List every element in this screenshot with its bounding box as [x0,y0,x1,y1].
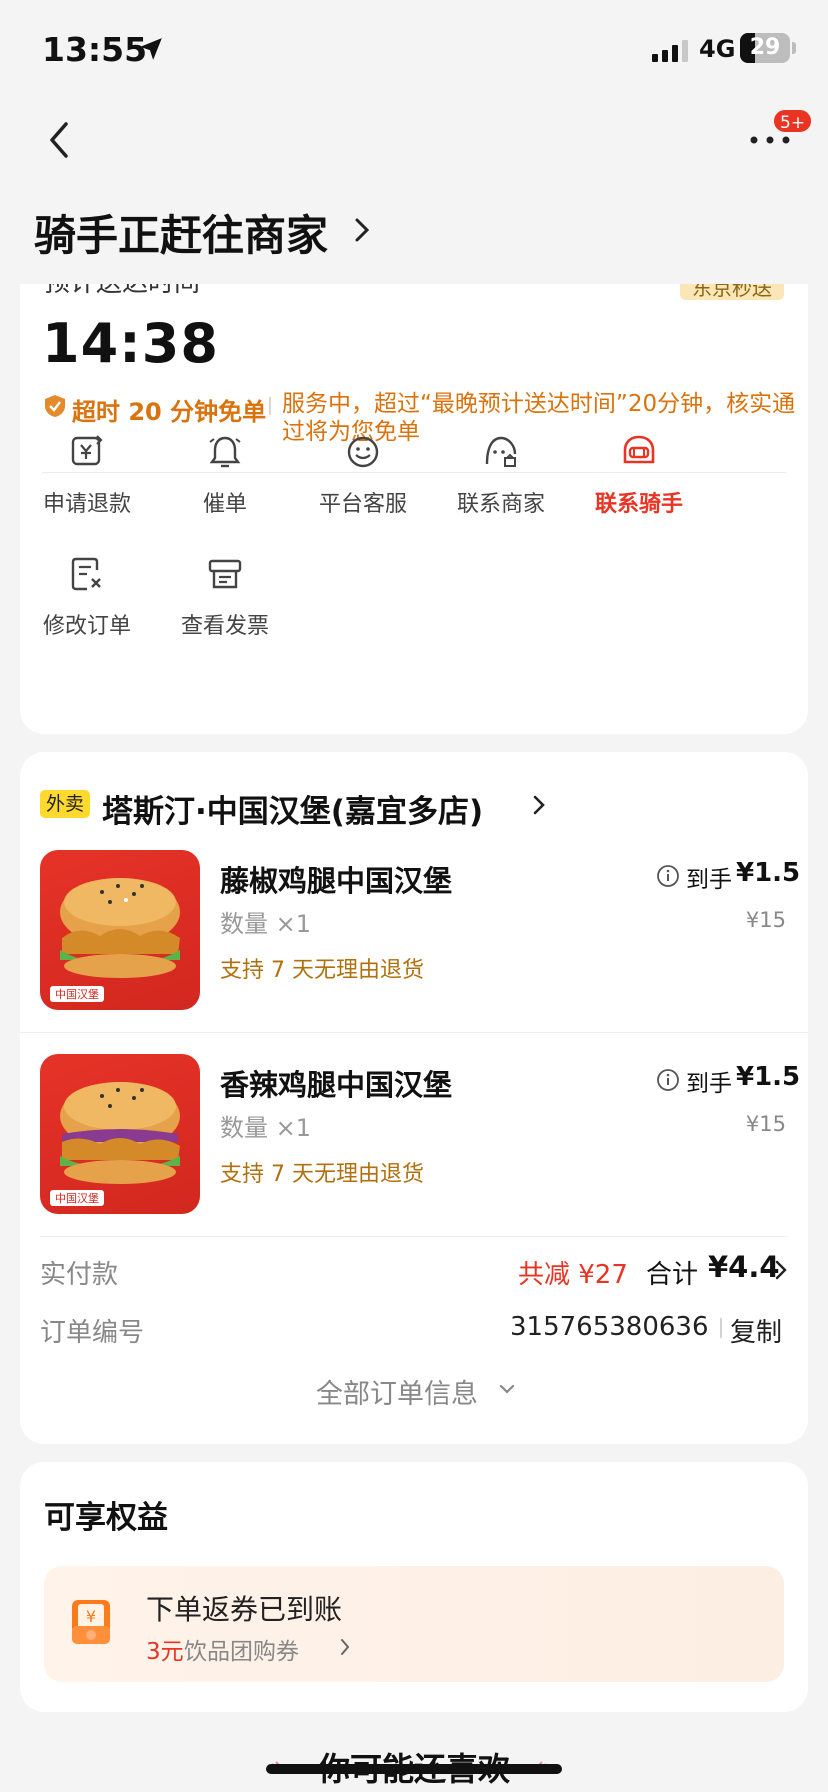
notification-badge: 5+ [772,108,814,134]
original-price: ¥15 [745,908,786,932]
promise-divider [269,397,271,415]
home-indicator [266,1764,562,1774]
action-urge-order[interactable]: 催单 [150,432,300,532]
final-price-label: 到手 [686,867,732,893]
action-contact-merchant[interactable]: 联系商家 [426,432,576,532]
benefit-main-text: 下单返券已到账 [146,1593,343,1626]
eta-label: 预计送达时间 [44,284,200,299]
rider-icon [623,435,655,464]
coupon-amount: 3元 [146,1639,184,1665]
item-quantity: 数量 ×1 [220,910,312,938]
product-logo-tag: 中国汉堡 [50,986,104,1002]
page-title[interactable]: 骑手正赶往商家 [34,202,328,263]
product-image: 中国汉堡 [40,1054,200,1214]
total-label: 合计 [646,1260,699,1290]
item-name: 香辣鸡腿中国汉堡 [220,1068,453,1102]
battery-level: 29 [749,35,781,60]
action-apply-refund[interactable]: 申请退款 [20,432,162,532]
total-discount: 共减 ¥27 [518,1260,628,1290]
shop-name[interactable]: 塔斯汀·中国汉堡(嘉宜多店) [102,786,483,831]
action-label: 平台客服 [318,492,407,517]
chevron-right-icon [533,795,545,815]
action-label: 催单 [202,492,247,517]
coupon-benefit[interactable]: ¥ 下单返券已到账 3元 饮品团购券 [44,1566,784,1682]
final-price-label: 到手 [686,1071,732,1097]
edit-order-icon [71,557,101,591]
info-icon[interactable] [656,864,680,888]
all-order-info-button[interactable]: 全部订单信息 [316,1372,478,1411]
shield-icon [45,395,65,417]
back-button[interactable] [42,118,78,162]
coupon-icon: ¥ [72,1600,110,1644]
refund-icon [71,435,103,466]
item-quantity: 数量 ×1 [220,1114,312,1142]
product-logo-tag: 中国汉堡 [50,1190,104,1206]
action-platform-service[interactable]: 平台客服 [288,432,438,532]
status-bar: 13:55 4G 29 [0,0,828,100]
invoice-icon [208,559,242,589]
product-image: 中国汉堡 [40,850,200,1010]
order-item[interactable]: 中国汉堡 香辣鸡腿中国汉堡 数量 ×1 支持 7 天无理由退货 到手 ¥1.5 … [20,1054,808,1234]
bell-icon [209,436,241,468]
chevron-right-icon [355,218,370,242]
order-card: 外卖 塔斯汀·中国汉堡(嘉宜多店) 中国汉堡 藤椒鸡腿中国汉堡 数量 ×1 支持… [20,752,808,1444]
order-item[interactable]: 中国汉堡 藤椒鸡腿中国汉堡 数量 ×1 支持 7 天无理由退货 到手 ¥1.5 … [20,850,808,1030]
delivery-type-tag: 外卖 [40,790,90,818]
total-value[interactable]: ¥4.4 [708,1250,780,1284]
benefits-card: 可享权益 ¥ 下单返券已到账 3元 饮品团购券 [20,1462,808,1712]
free-order-promise: 超时 20 分钟免单 [72,398,267,426]
action-label: 查看发票 [180,614,269,639]
item-name: 藤椒鸡腿中国汉堡 [220,864,453,898]
battery-cap [792,42,796,54]
action-modify-order[interactable]: 修改订单 [20,554,162,654]
final-price: ¥1.5 [736,858,801,888]
copy-button[interactable]: 复制 [730,1312,782,1349]
divider [720,1318,722,1338]
final-price: ¥1.5 [736,1062,801,1092]
delivery-status-card: 预计送达时间 东京秒送 14:38 超时 20 分钟免单 服务中，超过“最晚预计… [20,284,808,734]
coupon-type: 饮品团购券 [184,1639,299,1665]
action-label: 申请退款 [42,492,131,517]
service-tag: 东京秒送 [680,284,784,300]
action-contact-rider[interactable]: 联系骑手 [564,432,714,532]
original-price: ¥15 [745,1112,786,1136]
benefits-title: 可享权益 [44,1500,168,1536]
order-number: 315765380636 [510,1312,709,1342]
action-label: 联系骑手 [594,492,683,517]
service-icon [347,436,379,468]
network-type: 4G [699,35,736,63]
location-arrow-icon [140,38,162,60]
signal-icon [652,40,688,62]
action-label: 联系商家 [456,492,545,517]
action-view-invoice[interactable]: 查看发票 [150,554,300,654]
svg-text:¥: ¥ [86,1607,96,1626]
info-icon[interactable] [656,1068,680,1092]
paid-label: 实付款 [40,1260,119,1290]
battery-icon: 29 [740,33,790,63]
chevron-down-icon [499,1384,515,1394]
chevron-right-icon [775,1260,787,1280]
return-policy: 支持 7 天无理由退货 [220,958,424,983]
status-time: 13:55 [42,30,148,69]
divider [40,1236,788,1237]
eta-time: 14:38 [42,312,219,375]
return-policy: 支持 7 天无理由退货 [220,1162,424,1187]
order-number-label: 订单编号 [40,1318,145,1348]
action-label: 修改订单 [42,614,131,639]
merchant-icon [485,436,517,467]
divider [20,1032,808,1033]
chevron-right-icon [341,1639,350,1655]
